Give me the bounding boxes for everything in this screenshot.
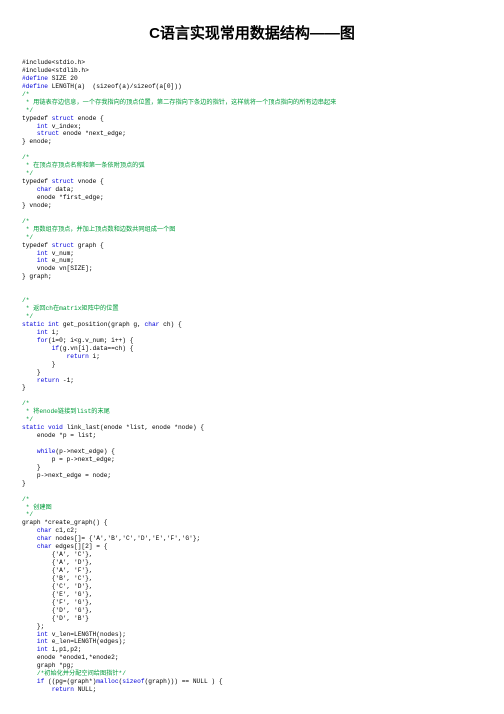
code-block: #include<stdio.h> #include<stdlib.h> #de… — [22, 59, 482, 694]
document-page: C语言实现常用数据结构——图 #include<stdio.h> #includ… — [0, 0, 504, 714]
page-title: C语言实现常用数据结构——图 — [22, 22, 482, 43]
